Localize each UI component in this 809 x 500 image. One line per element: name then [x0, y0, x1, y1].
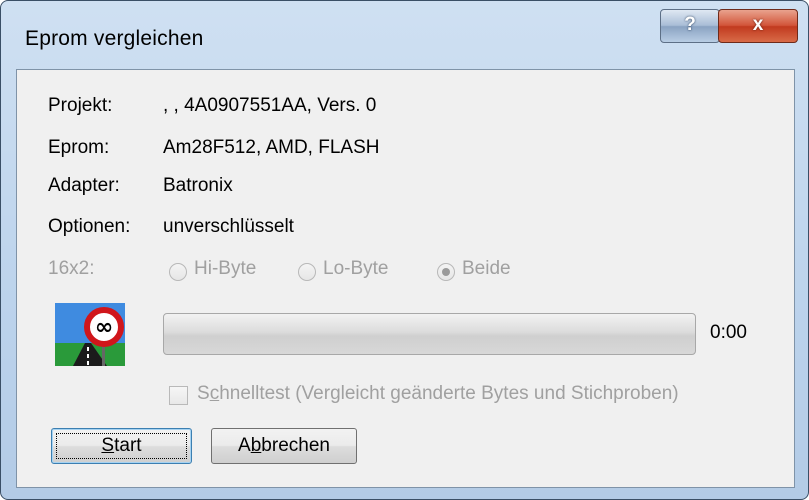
mode-label: 16x2:	[48, 258, 95, 279]
dialog-body: Projekt: , , 4A0907551AA, Vers. 0 Eprom:…	[16, 69, 795, 488]
svg-text:∞: ∞	[95, 315, 113, 340]
help-icon: ?	[684, 14, 696, 35]
dialog-window: Eprom vergleichen ? x Projekt: , , 4A090…	[0, 0, 809, 500]
eprom-value: Am28F512, AMD, FLASH	[163, 137, 380, 158]
adapter-label: Adapter:	[48, 175, 120, 196]
lo-byte-radio[interactable]	[298, 263, 316, 281]
quicktest-label: Schnelltest (Vergleicht geänderte Bytes …	[197, 383, 679, 404]
options-label: Optionen:	[48, 216, 131, 237]
options-value: unverschlüsselt	[163, 216, 294, 237]
close-icon: x	[752, 14, 764, 35]
close-button[interactable]: x	[718, 9, 798, 43]
title-bar[interactable]: Eprom vergleichen ? x	[1, 1, 809, 59]
beide-radio[interactable]	[437, 263, 455, 281]
hi-byte-radio[interactable]	[169, 263, 187, 281]
infinity-road-sign-icon: ∞	[55, 303, 125, 366]
compare-progress-bar	[163, 313, 696, 355]
project-value: , , 4A0907551AA, Vers. 0	[163, 95, 377, 116]
elapsed-time: 0:00	[710, 322, 747, 343]
beide-label: Beide	[462, 258, 511, 279]
window-title: Eprom vergleichen	[25, 27, 204, 50]
help-button[interactable]: ?	[660, 9, 720, 43]
quicktest-checkbox[interactable]	[169, 386, 188, 405]
focus-rectangle	[56, 433, 187, 459]
project-label: Projekt:	[48, 95, 113, 116]
cancel-button[interactable]: Abbrechen	[211, 428, 357, 464]
start-button[interactable]: Start	[51, 428, 192, 464]
eprom-label: Eprom:	[48, 137, 110, 158]
adapter-value: Batronix	[163, 175, 233, 196]
lo-byte-label: Lo-Byte	[323, 258, 389, 279]
hi-byte-label: Hi-Byte	[194, 258, 257, 279]
